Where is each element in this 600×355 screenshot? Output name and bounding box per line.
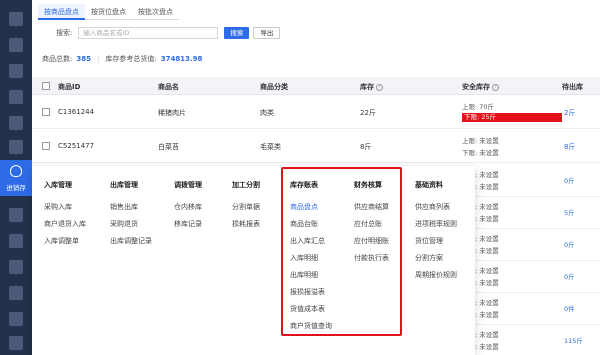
menu-item[interactable]: 分割方案 <box>415 253 443 263</box>
total-value: 385 <box>76 55 91 63</box>
menu-item[interactable]: 出库调整记录 <box>110 236 152 246</box>
menu-item[interactable]: 销售出库 <box>110 202 138 212</box>
sidebar-icon[interactable] <box>9 64 23 78</box>
tab-by-location[interactable]: 按货位盘点 <box>85 4 132 20</box>
cell-pending[interactable]: 0斤 <box>564 175 575 185</box>
cell-pending[interactable]: 115斤 <box>564 335 583 345</box>
cell-pending[interactable]: 5斤 <box>564 207 575 217</box>
sidebar-icon[interactable] <box>9 38 23 52</box>
table-row: C5251477 白菜苔 毛菜类 8斤 上限: 未设置 下限: 未设置 8斤 <box>32 129 600 163</box>
tab-by-batch[interactable]: 按批次盘点 <box>132 4 179 20</box>
table-row: 上限: 未设置 下限: 未设置 0斤 <box>456 163 600 197</box>
col-safety[interactable]: 安全库存? <box>462 82 499 92</box>
menu-item[interactable]: 损耗报表 <box>232 219 260 229</box>
sidebar-icon[interactable] <box>9 260 23 274</box>
tab-bar: 按商品盘点 按货位盘点 按批次盘点 <box>38 4 179 20</box>
col-id: 商品ID <box>58 83 81 91</box>
search-button[interactable]: 搜索 <box>224 27 250 39</box>
row-checkbox[interactable] <box>42 142 50 150</box>
help-icon[interactable]: ? <box>492 83 499 91</box>
menu-item[interactable]: 供应商列表 <box>415 202 450 212</box>
cell-lower: 下限: 未设置 <box>462 149 499 157</box>
menu-item[interactable]: 仓内移库 <box>174 202 202 212</box>
col-pending: 待出库 <box>562 83 583 91</box>
menu-item[interactable]: 周期报价规则 <box>415 270 457 280</box>
left-sidebar: 进销存 <box>0 0 32 355</box>
cell-stock: 22斤 <box>360 109 376 117</box>
divider: | <box>96 55 100 63</box>
cell-id: C1361244 <box>58 108 95 116</box>
ref-value: 374813.98 <box>160 55 203 63</box>
table-row: 上限: 未设置 下限: 未设置 0斤 <box>456 227 600 261</box>
inventory-icon <box>10 165 22 177</box>
menu-item[interactable]: 货位管理 <box>415 236 443 246</box>
export-button[interactable]: 导出 <box>253 27 281 39</box>
cell-name: 白菜苔 <box>158 143 179 151</box>
cell-upper: 上限: 未设置 <box>462 137 499 145</box>
help-icon[interactable]: ? <box>376 83 383 91</box>
menu-col-title: 基础资料 <box>415 181 443 189</box>
menu-col-title: 出库管理 <box>110 181 138 189</box>
table-row: C1361244 稀猪肉片 肉类 22斤 上限: 70斤 下限: 25斤 2斤 <box>32 95 600 129</box>
search-bar: 搜索: 输入商品名或ID 搜索 导出 <box>56 27 281 39</box>
sidebar-icon[interactable] <box>9 208 23 222</box>
col-stock-label: 库存 <box>360 83 374 91</box>
cell-pending[interactable]: 8斤 <box>564 142 575 152</box>
table-row: 上限: 未设置 下限: 未设置 0件 <box>456 291 600 325</box>
col-stock[interactable]: 库存? <box>360 82 383 92</box>
sidebar-icon[interactable] <box>9 116 23 130</box>
menu-item[interactable]: 分割单据 <box>232 202 260 212</box>
menu-col-title: 调拨管理 <box>174 181 202 189</box>
cell-pending[interactable]: 0斤 <box>564 271 575 281</box>
cell-id: C5251477 <box>58 142 95 150</box>
total-label: 商品总数: <box>42 55 73 63</box>
search-label: 搜索: <box>56 29 73 37</box>
sidebar-icon[interactable] <box>9 90 23 104</box>
menu-item[interactable]: 采购入库 <box>44 202 72 212</box>
table-row: 上限: 未设置 下限: 未设置 115斤 <box>456 323 600 355</box>
cell-category: 肉类 <box>260 109 274 117</box>
menu-col-title: 加工分割 <box>232 181 260 189</box>
sidebar-icon[interactable] <box>9 12 23 26</box>
table-header: 商品ID 商品名 商品分类 库存? 安全库存? 待出库 <box>32 77 600 95</box>
col-category: 商品分类 <box>260 83 288 91</box>
sidebar-item-inventory[interactable]: 进销存 <box>0 160 32 196</box>
highlight-box <box>281 167 402 336</box>
sidebar-icon[interactable] <box>9 312 23 326</box>
col-name: 商品名 <box>158 83 179 91</box>
sidebar-icon[interactable] <box>9 140 23 154</box>
menu-item[interactable]: 进项税率规则 <box>415 219 457 229</box>
cell-upper: 上限: 70斤 <box>462 103 495 111</box>
cell-lower-warning: 下限: 25斤 <box>462 113 562 122</box>
menu-item[interactable]: 入库调整单 <box>44 236 79 246</box>
sidebar-icon[interactable] <box>9 286 23 300</box>
search-input[interactable]: 输入商品名或ID <box>78 27 219 39</box>
ref-value-label: 库存参考总货值: <box>105 55 157 63</box>
col-safety-label: 安全库存 <box>462 83 490 91</box>
cell-stock: 8斤 <box>360 143 372 151</box>
cell-pending[interactable]: 0斤 <box>564 239 575 249</box>
sidebar-icon[interactable] <box>9 336 23 350</box>
tab-by-product[interactable]: 按商品盘点 <box>38 4 85 20</box>
menu-item[interactable]: 商户退货入库 <box>44 219 86 229</box>
select-all-checkbox[interactable] <box>42 82 50 90</box>
table-row: 上限: 未设置 下限: 未设置 0斤 <box>456 259 600 293</box>
cell-pending[interactable]: 2斤 <box>564 108 575 118</box>
inventory-mega-menu: 入库管理 采购入库 商户退货入库 入库调整单 出库管理 销售出库 采购退货 出库… <box>32 166 475 355</box>
sidebar-item-label: 进销存 <box>6 184 26 192</box>
cell-name: 稀猪肉片 <box>158 109 186 117</box>
table-row: 上限: 未设置 下限: 未设置 5斤 <box>456 195 600 229</box>
row-checkbox[interactable] <box>42 108 50 116</box>
menu-col-title: 入库管理 <box>44 181 72 189</box>
cell-category: 毛菜类 <box>260 143 281 151</box>
summary-bar: 商品总数: 385 | 库存参考总货值: 374813.98 <box>42 54 202 64</box>
menu-item[interactable]: 移库记录 <box>174 219 202 229</box>
sidebar-icon[interactable] <box>9 234 23 248</box>
menu-item[interactable]: 采购退货 <box>110 219 138 229</box>
cell-pending[interactable]: 0件 <box>564 303 575 313</box>
